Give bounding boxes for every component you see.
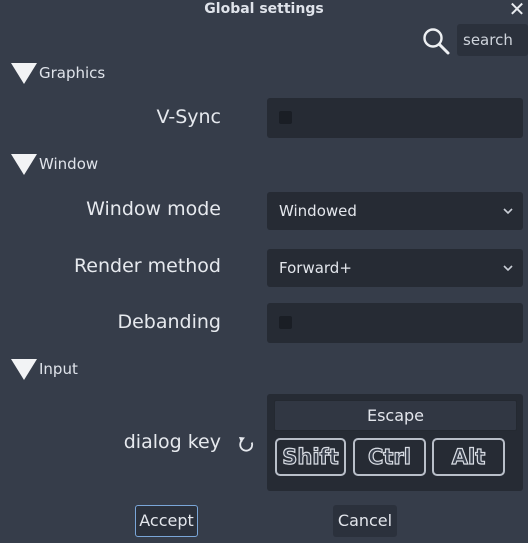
- section-window-label: Window: [39, 155, 99, 173]
- debanding-field: [267, 303, 523, 343]
- vsync-checkbox[interactable]: [279, 111, 292, 124]
- triangle-down-icon: [11, 63, 37, 84]
- dialog-key-editor: Escape Shift Ctrl Alt: [267, 394, 523, 491]
- section-input-label: Input: [39, 360, 78, 378]
- render-method-value: Forward+: [279, 259, 352, 277]
- key-button[interactable]: Escape: [274, 400, 517, 431]
- debanding-checkbox[interactable]: [279, 316, 292, 329]
- modifier-alt-toggle[interactable]: Alt: [432, 438, 505, 476]
- reset-icon[interactable]: [236, 434, 256, 454]
- window-mode-value: Windowed: [279, 202, 357, 220]
- vsync-field: [267, 98, 523, 138]
- accept-button[interactable]: Accept: [135, 505, 198, 537]
- section-graphics-label: Graphics: [39, 64, 106, 82]
- window-mode-label: Window mode: [86, 198, 221, 220]
- search-icon[interactable]: [421, 26, 451, 56]
- section-window[interactable]: Window: [10, 152, 98, 176]
- triangle-down-icon: [11, 154, 37, 175]
- vsync-label: V-Sync: [156, 106, 221, 128]
- search-input[interactable]: search: [457, 24, 528, 56]
- chevron-down-icon: [503, 265, 513, 272]
- dialog-key-label: dialog key: [123, 431, 221, 453]
- render-method-dropdown[interactable]: Forward+: [267, 249, 523, 287]
- section-graphics[interactable]: Graphics: [10, 61, 105, 85]
- section-input[interactable]: Input: [10, 357, 78, 381]
- render-method-label: Render method: [73, 255, 221, 277]
- modifier-shift-toggle[interactable]: Shift: [275, 438, 346, 476]
- dialog-title: Global settings: [204, 1, 324, 17]
- debanding-label: Debanding: [117, 311, 221, 333]
- window-mode-dropdown[interactable]: Windowed: [267, 192, 523, 230]
- triangle-down-icon: [11, 359, 37, 380]
- chevron-down-icon: [503, 208, 513, 215]
- modifier-ctrl-toggle[interactable]: Ctrl: [353, 438, 426, 476]
- cancel-button[interactable]: Cancel: [333, 505, 397, 537]
- close-icon[interactable]: ✕: [506, 0, 528, 20]
